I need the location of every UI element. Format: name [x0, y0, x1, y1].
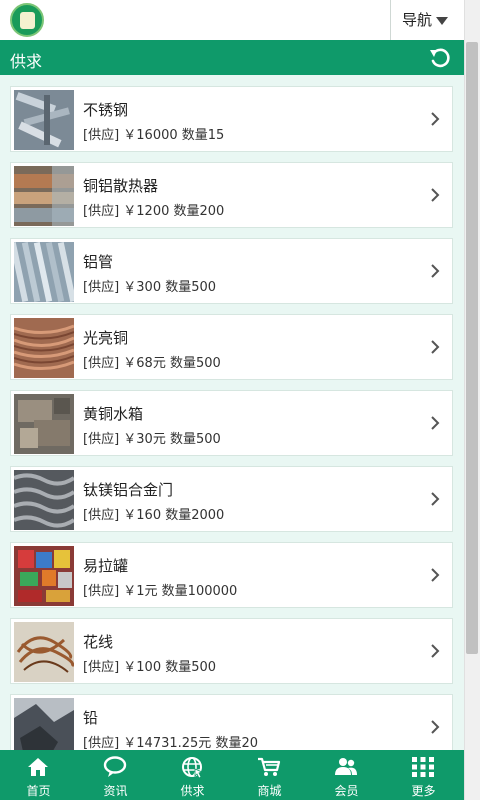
product-thumbnail: [14, 318, 74, 378]
logo[interactable]: [10, 3, 44, 37]
caret-down-icon: [436, 16, 449, 25]
product-thumbnail: [14, 394, 74, 454]
tab-supply[interactable]: 供求: [154, 750, 231, 800]
tab-more[interactable]: 更多: [385, 750, 462, 800]
page-title: 供求: [10, 52, 43, 71]
item-meta: [供应] ￥1元 数量100000: [83, 584, 238, 599]
list-item[interactable]: 花线 [供应] ￥100 数量500: [10, 618, 453, 684]
item-name: 黄铜水箱: [83, 405, 144, 423]
item-meta: [供应] ￥16000 数量15: [83, 128, 225, 143]
item-meta: [供应] ￥1200 数量200: [83, 204, 225, 219]
chevron-right-icon: [431, 720, 440, 734]
item-name: 铜铝散热器: [83, 177, 159, 195]
tab-member[interactable]: 会员: [308, 750, 385, 800]
item-meta: [供应] ￥14731.25元 数量20: [83, 736, 258, 750]
supply-list: 不锈钢 [供应] ￥16000 数量15 铜铝散热器 [供应] ￥1200 数量…: [0, 75, 464, 750]
top-bar: 导航: [0, 0, 464, 40]
list-item[interactable]: 钛镁铝合金门 [供应] ￥160 数量2000: [10, 466, 453, 532]
grid-icon: [412, 757, 434, 777]
item-name: 光亮铜: [83, 329, 129, 347]
product-thumbnail: [14, 166, 74, 226]
item-meta: [供应] ￥300 数量500: [83, 280, 217, 295]
chevron-right-icon: [431, 416, 440, 430]
tab-label: 商城: [257, 784, 282, 798]
chevron-right-icon: [431, 492, 440, 506]
item-meta: [供应] ￥30元 数量500: [83, 432, 221, 447]
back-icon[interactable]: [428, 47, 452, 69]
item-name: 花线: [83, 633, 114, 651]
product-thumbnail: [14, 470, 74, 530]
list-item[interactable]: 铅 [供应] ￥14731.25元 数量20: [10, 694, 453, 750]
tab-label: 首页: [26, 784, 51, 798]
nav-menu-button[interactable]: 导航: [402, 9, 449, 31]
list-item[interactable]: 铜铝散热器 [供应] ￥1200 数量200: [10, 162, 453, 228]
tab-label: 供求: [180, 784, 205, 798]
product-thumbnail: [14, 90, 74, 150]
item-meta: [供应] ￥160 数量2000: [83, 508, 225, 523]
tab-mall[interactable]: 商城: [231, 750, 308, 800]
globe-icon: [182, 757, 204, 778]
cart-icon: [258, 757, 281, 776]
title-bar: 供求: [0, 40, 464, 75]
bottom-tab-bar: 首页 资讯 供求 商城 会员 更多: [0, 750, 464, 800]
product-thumbnail: [14, 622, 74, 682]
chevron-right-icon: [431, 264, 440, 278]
list-item[interactable]: 铝管 [供应] ￥300 数量500: [10, 238, 453, 304]
product-thumbnail: [14, 546, 74, 606]
chevron-right-icon: [431, 188, 440, 202]
tab-home[interactable]: 首页: [0, 750, 77, 800]
item-name: 铅: [83, 709, 99, 727]
tab-label: 更多: [411, 784, 436, 798]
product-thumbnail: [14, 698, 74, 750]
product-thumbnail: [14, 242, 74, 302]
logo-icon: [20, 12, 35, 29]
divider: [390, 0, 391, 40]
item-name: 易拉罐: [83, 557, 129, 575]
item-meta: [供应] ￥68元 数量500: [83, 356, 221, 371]
list-item[interactable]: 不锈钢 [供应] ￥16000 数量15: [10, 86, 453, 152]
tab-label: 资讯: [103, 784, 128, 798]
chevron-right-icon: [431, 340, 440, 354]
scrollbar-thumb[interactable]: [466, 42, 478, 654]
home-icon: [28, 758, 48, 776]
nav-menu-label: 导航: [402, 11, 433, 29]
tab-news[interactable]: 资讯: [77, 750, 154, 800]
item-meta: [供应] ￥100 数量500: [83, 660, 217, 675]
tab-label: 会员: [334, 784, 359, 798]
list-item[interactable]: 光亮铜 [供应] ￥68元 数量500: [10, 314, 453, 380]
list-item[interactable]: 易拉罐 [供应] ￥1元 数量100000: [10, 542, 453, 608]
chat-bubble-icon: [103, 756, 127, 777]
item-name: 钛镁铝合金门: [83, 481, 174, 499]
list-item[interactable]: 黄铜水箱 [供应] ￥30元 数量500: [10, 390, 453, 456]
chevron-right-icon: [431, 644, 440, 658]
item-name: 不锈钢: [83, 101, 129, 119]
users-icon: [335, 758, 357, 775]
item-name: 铝管: [83, 253, 114, 271]
chevron-right-icon: [431, 112, 440, 126]
chevron-right-icon: [431, 568, 440, 582]
